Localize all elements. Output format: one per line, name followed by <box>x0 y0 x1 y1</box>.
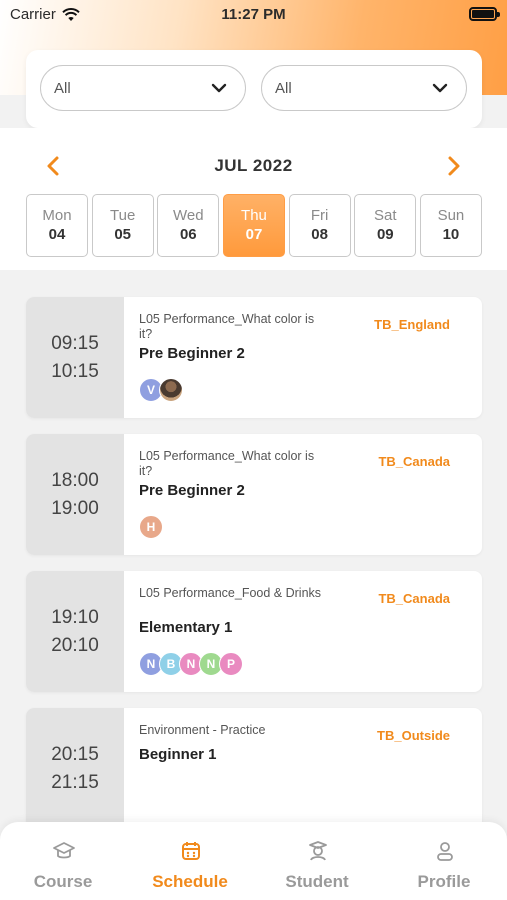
day-thu-selected[interactable]: Thu 07 <box>222 194 285 257</box>
lesson-card[interactable]: 20:15 21:15 Environment - Practice Begin… <box>26 708 482 829</box>
lesson-end-time: 21:15 <box>51 771 99 793</box>
day-mon[interactable]: Mon 04 <box>26 194 88 257</box>
tab-profile[interactable]: Profile <box>381 822 507 900</box>
day-number: 09 <box>376 226 394 243</box>
status-bar: Carrier 11:27 PM <box>0 0 507 30</box>
lesson-start-time: 18:00 <box>51 469 99 491</box>
chevron-down-icon <box>432 83 448 93</box>
lesson-end-time: 10:15 <box>51 360 99 382</box>
lesson-title: Pre Beginner 2 <box>139 345 245 362</box>
avatar-photo <box>159 378 183 402</box>
day-number: 06 <box>179 226 197 243</box>
student-icon <box>309 841 327 861</box>
tab-schedule[interactable]: Schedule <box>127 822 253 900</box>
status-time: 11:27 PM <box>221 6 286 23</box>
lesson-subtitle: L05 Performance_Food & Drinks <box>139 586 322 600</box>
filter-select-2-value: All <box>275 79 292 97</box>
day-number: 04 <box>48 226 66 243</box>
lesson-time: 09:15 10:15 <box>26 297 124 418</box>
avatar: P <box>219 652 243 676</box>
lesson-card[interactable]: 18:00 19:00 L05 Performance_What color i… <box>26 434 482 555</box>
calendar-icon <box>182 842 200 860</box>
lesson-end-time: 19:00 <box>51 497 99 519</box>
battery-icon <box>469 7 500 21</box>
day-sun[interactable]: Sun 10 <box>419 194 482 257</box>
lesson-room: TB_England <box>374 317 450 332</box>
tab-profile-label: Profile <box>417 872 471 891</box>
chevron-down-icon <box>211 83 227 93</box>
day-name: Wed <box>173 207 204 224</box>
lesson-time: 20:15 21:15 <box>26 708 124 829</box>
student-avatars: N B N N P <box>139 652 243 676</box>
lesson-subtitle: L05 Performance_What color is it? <box>139 449 315 478</box>
lesson-time: 19:10 20:10 <box>26 571 124 692</box>
student-avatars: V <box>139 378 183 402</box>
lesson-room: TB_Canada <box>378 454 450 469</box>
lesson-card[interactable]: 19:10 20:10 L05 Performance_Food & Drink… <box>26 571 482 692</box>
lesson-start-time: 19:10 <box>51 606 99 628</box>
student-avatars: H <box>139 515 163 539</box>
day-name: Tue <box>110 207 136 224</box>
lesson-card[interactable]: 09:15 10:15 L05 Performance_What color i… <box>26 297 482 418</box>
lesson-end-time: 20:10 <box>51 634 99 656</box>
tab-student[interactable]: Student <box>254 822 380 900</box>
lesson-time: 18:00 19:00 <box>26 434 124 555</box>
day-number: 08 <box>311 226 328 243</box>
avatar: H <box>139 515 163 539</box>
month-navigation: JUL 2022 <box>0 150 507 184</box>
lesson-title: Pre Beginner 2 <box>139 482 245 499</box>
tab-schedule-label: Schedule <box>152 872 228 891</box>
day-name: Sun <box>437 207 465 224</box>
filter-select-1-value: All <box>54 79 71 97</box>
month-label: JUL 2022 <box>214 156 293 175</box>
day-fri[interactable]: Fri 08 <box>288 194 351 257</box>
tab-student-label: Student <box>285 872 349 891</box>
lesson-room: TB_Outside <box>377 728 450 743</box>
day-wed[interactable]: Wed 06 <box>157 194 220 257</box>
day-number: 10 <box>442 226 460 243</box>
graduation-cap-icon <box>53 842 75 859</box>
chevron-right-icon[interactable] <box>445 155 463 177</box>
tab-course-label: Course <box>33 872 93 891</box>
day-sat[interactable]: Sat 09 <box>354 194 417 257</box>
day-name: Thu <box>241 207 267 224</box>
lesson-subtitle: Environment - Practice <box>139 723 266 737</box>
lesson-title: Elementary 1 <box>139 619 233 636</box>
bottom-tab-bar: Course Schedule Student Profile <box>0 822 507 900</box>
filter-select-2[interactable]: All <box>261 65 467 111</box>
week-day-selector: Mon 04 Tue 05 Wed 06 Thu 07 Fri 08 Sat 09 Sun 1… <box>26 194 482 258</box>
day-name: Mon <box>42 207 72 224</box>
lesson-room: TB_Canada <box>378 591 450 606</box>
day-number: 05 <box>114 226 131 243</box>
day-name: Fri <box>310 207 329 224</box>
filter-select-1[interactable]: All <box>40 65 246 111</box>
day-number: 07 <box>245 226 263 243</box>
lesson-start-time: 09:15 <box>51 332 99 354</box>
tab-course[interactable]: Course <box>0 822 126 900</box>
lesson-subtitle: L05 Performance_What color is it? <box>139 312 315 341</box>
person-icon <box>437 842 453 861</box>
filter-card: All All <box>26 50 482 128</box>
lesson-start-time: 20:15 <box>51 743 99 765</box>
lesson-title: Beginner 1 <box>139 746 217 763</box>
day-tue[interactable]: Tue 05 <box>91 194 154 257</box>
day-name: Sat <box>374 207 397 224</box>
